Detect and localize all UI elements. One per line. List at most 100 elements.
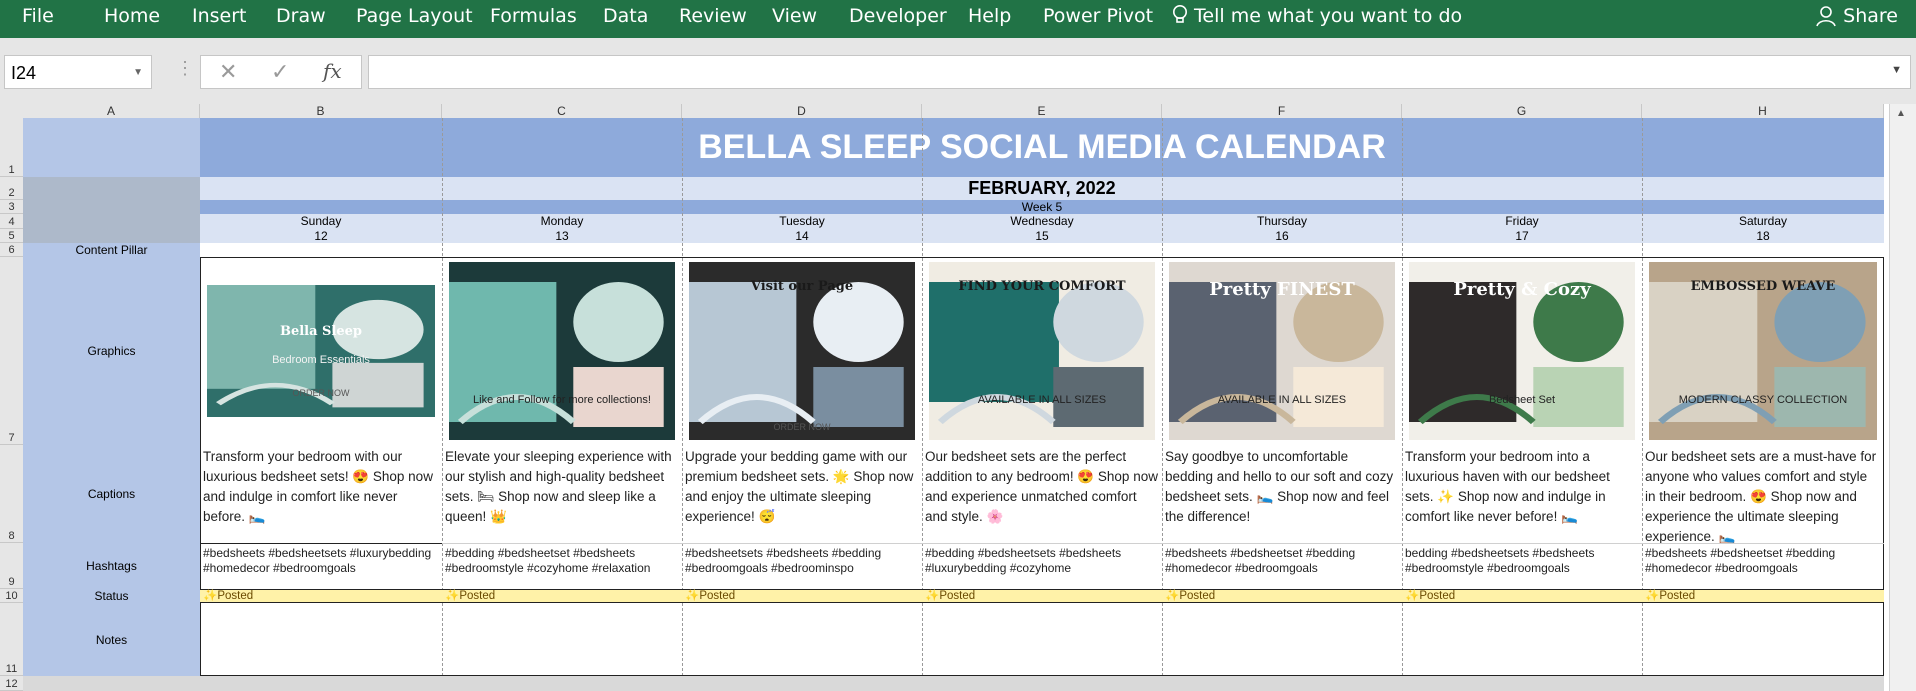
row-header-3[interactable]: 3 — [0, 200, 23, 214]
chevron-up-icon[interactable]: ▲ — [1896, 108, 1906, 119]
share-button[interactable]: Share — [1815, 0, 1898, 32]
row-header-4[interactable]: 4 — [0, 214, 23, 229]
status-cell-3[interactable]: ✨Posted — [922, 590, 1162, 602]
hashtag-cell-3[interactable]: #bedding #bedsheetsets #bedsheets #luxur… — [922, 543, 1162, 589]
row-header-9[interactable]: 9 — [0, 543, 23, 589]
row-header-2[interactable]: 2 — [0, 177, 23, 200]
tab-draw[interactable]: Draw — [276, 0, 326, 32]
row-header-8[interactable]: 8 — [0, 445, 23, 543]
day-name-1[interactable]: Monday — [442, 214, 682, 229]
day-date-0[interactable]: 12 — [200, 229, 442, 243]
worksheet-grid[interactable]: A B C D E F G H 1 2 3 4 5 6 7 8 9 10 11 … — [0, 104, 1916, 691]
content-pillar-label: Content Pillar — [75, 243, 148, 257]
row-header-10[interactable]: 10 — [0, 589, 23, 603]
hashtag-cell-6[interactable]: #bedsheets #bedsheetset #bedding #homede… — [1642, 543, 1884, 589]
calendar-title[interactable]: BELLA SLEEP SOCIAL MEDIA CALENDAR — [200, 118, 1884, 177]
status-cell-6[interactable]: ✨Posted — [1642, 590, 1884, 602]
graphic-sub-1: Like and Follow for more collections! — [473, 394, 651, 406]
notes-cell-1[interactable] — [442, 603, 682, 676]
col-header-g[interactable]: G — [1402, 104, 1642, 118]
graphic-headline-6: EMBOSSED WEAVE — [1690, 279, 1836, 294]
notes-cell-2[interactable] — [682, 603, 922, 676]
day-date-6[interactable]: 18 — [1642, 229, 1884, 243]
function-icon[interactable]: fx — [323, 59, 342, 83]
check-icon[interactable]: ✓ — [271, 59, 289, 85]
tab-data[interactable]: Data — [603, 0, 648, 32]
caption-cell-1[interactable]: Elevate your sleeping experience with ou… — [442, 445, 682, 543]
day-name-5[interactable]: Friday — [1402, 214, 1642, 229]
hashtag-cell-4[interactable]: #bedsheets #bedsheetset #bedding #homede… — [1162, 543, 1402, 589]
name-box[interactable]: I24 ▼ — [4, 55, 152, 89]
notes-cell-0[interactable] — [200, 603, 442, 676]
day-date-3[interactable]: 15 — [922, 229, 1162, 243]
caption-cell-4[interactable]: Say goodbye to uncomfortable bedding and… — [1162, 445, 1402, 543]
col-header-e[interactable]: E — [922, 104, 1162, 118]
hashtag-cell-1[interactable]: #bedding #bedsheetset #bedsheets #bedroo… — [442, 543, 682, 589]
expand-formula-icon[interactable]: ▼ — [1891, 64, 1902, 76]
x-icon[interactable]: ✕ — [219, 59, 237, 85]
col-header-f[interactable]: F — [1162, 104, 1402, 118]
graphic-cell-0[interactable] — [203, 261, 439, 441]
formula-input[interactable]: ▼ — [368, 55, 1911, 89]
tab-formulas[interactable]: Formulas — [490, 0, 577, 32]
tab-file[interactable]: File — [22, 0, 54, 32]
col-header-h[interactable]: H — [1642, 104, 1884, 118]
row-header-12[interactable]: 12 — [0, 676, 23, 691]
col-header-c[interactable]: C — [442, 104, 682, 118]
status-cell-1[interactable]: ✨Posted — [442, 590, 682, 602]
col-header-d[interactable]: D — [682, 104, 922, 118]
tab-home[interactable]: Home — [104, 0, 160, 32]
day-date-1[interactable]: 13 — [442, 229, 682, 243]
tell-me-label: Tell me what you want to do — [1194, 5, 1463, 27]
tab-power-pivot[interactable]: Power Pivot — [1043, 0, 1153, 32]
status-cell-4[interactable]: ✨Posted — [1162, 590, 1402, 602]
day-date-4[interactable]: 16 — [1162, 229, 1402, 243]
col-header-b[interactable]: B — [200, 104, 442, 118]
status-cell-2[interactable]: ✨Posted — [682, 590, 922, 602]
day-date-5[interactable]: 17 — [1402, 229, 1642, 243]
row-header-6[interactable]: 6 — [0, 243, 23, 257]
row-header-5[interactable]: 5 — [0, 229, 23, 243]
caption-cell-5[interactable]: Transform your bedroom into a luxurious … — [1402, 445, 1642, 543]
notes-cell-4[interactable] — [1162, 603, 1402, 676]
day-name-6[interactable]: Saturday — [1642, 214, 1884, 229]
tab-insert[interactable]: Insert — [192, 0, 247, 32]
notes-cell-3[interactable] — [922, 603, 1162, 676]
hashtag-cell-5[interactable]: bedding #bedsheetsets #bedsheets #bedroo… — [1402, 543, 1642, 589]
caption-cell-6[interactable]: Our bedsheet sets are a must-have for an… — [1642, 445, 1884, 543]
day-name-3[interactable]: Wednesday — [922, 214, 1162, 229]
row-header-1[interactable]: 1 — [0, 118, 23, 177]
notes-cell-6[interactable] — [1642, 603, 1884, 676]
status-cell-5[interactable]: ✨Posted — [1402, 590, 1642, 602]
vertical-scrollbar[interactable]: ▲ — [1889, 104, 1916, 691]
week-label[interactable]: Week 5 — [200, 200, 1884, 214]
a2-a5-cell[interactable] — [23, 177, 200, 243]
tell-me-search[interactable]: Tell me what you want to do — [1172, 0, 1462, 32]
tab-help[interactable]: Help — [968, 0, 1011, 32]
tab-review[interactable]: Review — [679, 0, 747, 32]
a1-cell[interactable] — [23, 118, 200, 177]
caption-cell-3[interactable]: Our bedsheet sets are the perfect additi… — [922, 445, 1162, 543]
day-name-2[interactable]: Tuesday — [682, 214, 922, 229]
status-cell-0[interactable]: ✨Posted — [200, 590, 442, 602]
caption-cell-0[interactable]: Transform your bedroom with our luxuriou… — [200, 445, 442, 543]
select-all-corner[interactable] — [0, 104, 24, 118]
row-header-7[interactable]: 7 — [0, 257, 23, 445]
row-12-band — [23, 676, 1884, 691]
row-header-11[interactable]: 11 — [0, 603, 23, 676]
chevron-down-icon[interactable]: ▼ — [133, 56, 143, 90]
graphic-sub-2 — [694, 394, 910, 422]
tab-view[interactable]: View — [772, 0, 817, 32]
day-name-4[interactable]: Thursday — [1162, 214, 1402, 229]
graphic-sub-3: AVAILABLE IN ALL SIZES — [977, 394, 1107, 406]
day-date-2[interactable]: 14 — [682, 229, 922, 243]
tab-developer[interactable]: Developer — [849, 0, 947, 32]
notes-cell-5[interactable] — [1402, 603, 1642, 676]
col-header-a[interactable]: A — [23, 104, 200, 118]
month-label[interactable]: FEBRUARY, 2022 — [200, 177, 1884, 200]
hashtag-cell-2[interactable]: #bedsheetsets #bedsheets #bedding #bedro… — [682, 543, 922, 589]
day-name-0[interactable]: Sunday — [200, 214, 442, 229]
caption-cell-2[interactable]: Upgrade your bedding game with our premi… — [682, 445, 922, 543]
tab-page-layout[interactable]: Page Layout — [356, 0, 473, 32]
hashtag-cell-0[interactable]: #bedsheets #bedsheetsets #luxurybedding … — [200, 543, 442, 589]
